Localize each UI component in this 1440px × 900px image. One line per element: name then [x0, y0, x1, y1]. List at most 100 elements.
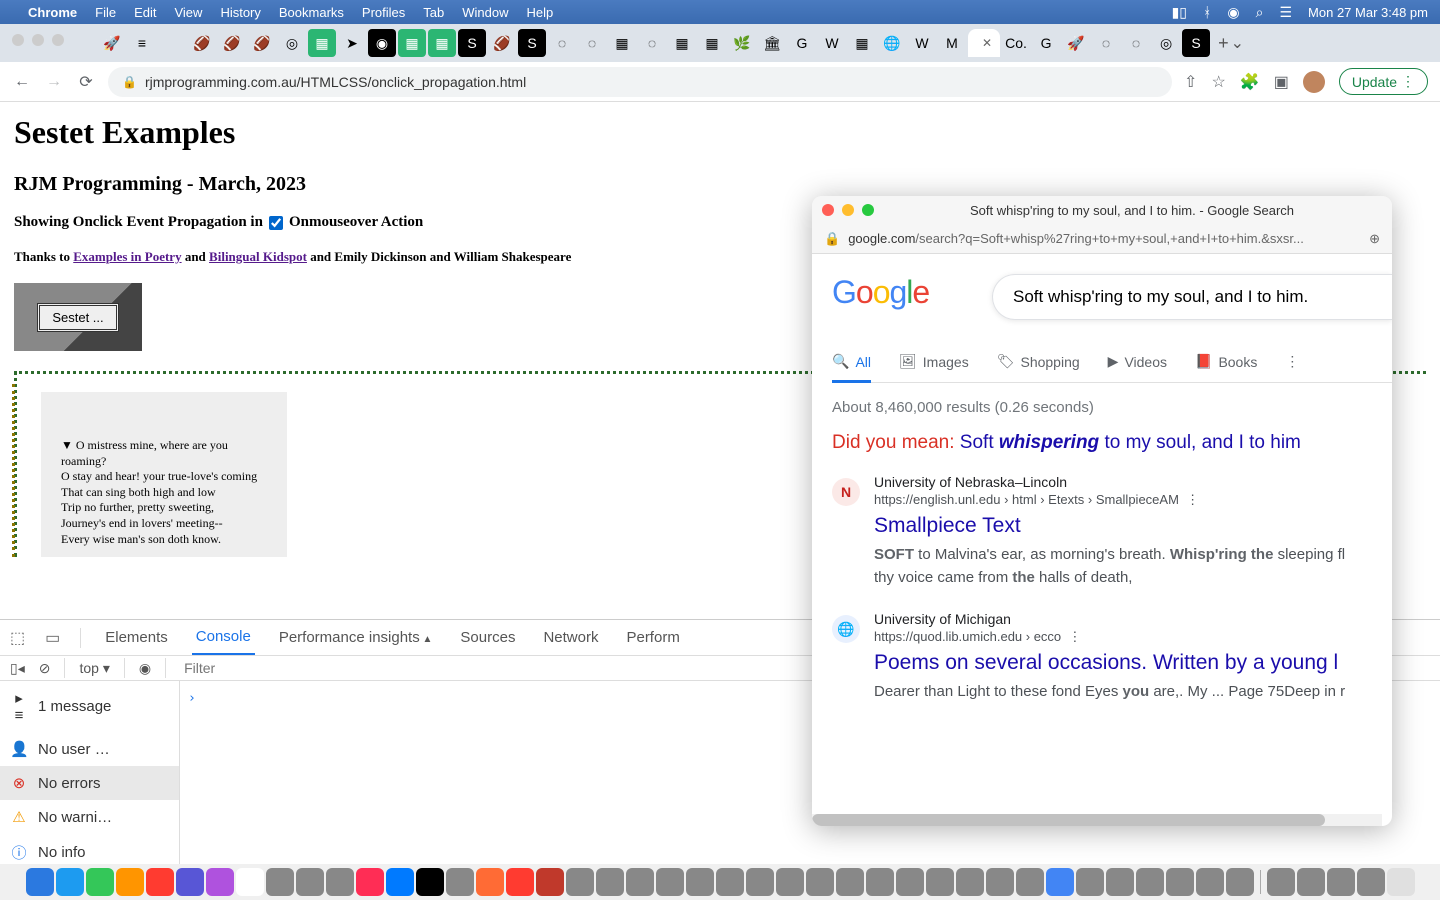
sidebar-toggle-icon[interactable]: ▯◂	[10, 660, 25, 677]
browser-tab[interactable]: 🏛	[758, 29, 786, 57]
dock-app[interactable]	[116, 868, 144, 896]
menu-window[interactable]: Window	[462, 5, 508, 20]
tab-console[interactable]: Console	[192, 620, 255, 655]
menu-view[interactable]: View	[174, 5, 202, 20]
browser-tab[interactable]: 🏈	[218, 29, 246, 57]
tab-more[interactable]: ⋮	[1285, 353, 1299, 370]
dock-app[interactable]	[146, 868, 174, 896]
browser-tab[interactable]: Co.	[1002, 29, 1030, 57]
popup-address-bar[interactable]: 🔒 google.com/search?q=Soft+whisp%27ring+…	[812, 224, 1392, 254]
dock-app[interactable]	[986, 868, 1014, 896]
browser-tab[interactable]: G	[1032, 29, 1060, 57]
dock-finder[interactable]	[26, 868, 54, 896]
horizontal-scrollbar[interactable]	[812, 814, 1382, 826]
sidebar-user[interactable]: 👤No user …	[0, 732, 179, 766]
browser-tab[interactable]: M	[938, 29, 966, 57]
dock-safari[interactable]	[56, 868, 84, 896]
dock-app[interactable]	[926, 868, 954, 896]
browser-tab[interactable]: 🏈	[188, 29, 216, 57]
browser-tab[interactable]: ▦	[398, 29, 426, 57]
close-tab-icon[interactable]: ✕	[982, 36, 992, 50]
dock-app[interactable]	[716, 868, 744, 896]
forward-button[interactable]: →	[44, 72, 64, 92]
back-button[interactable]: ←	[12, 72, 32, 92]
dock-app[interactable]	[866, 868, 894, 896]
dock-app[interactable]	[1226, 868, 1254, 896]
browser-tab[interactable]: ▦	[668, 29, 696, 57]
dock-app[interactable]	[776, 868, 804, 896]
window-close[interactable]	[12, 34, 24, 46]
browser-tab[interactable]: ▦	[428, 29, 456, 57]
menu-edit[interactable]: Edit	[134, 5, 156, 20]
dock-app[interactable]	[506, 868, 534, 896]
dock-app[interactable]	[266, 868, 294, 896]
dock-app[interactable]	[356, 868, 384, 896]
browser-tab[interactable]: ◌	[578, 29, 606, 57]
menubar-datetime[interactable]: Mon 27 Mar 3:48 pm	[1308, 5, 1428, 20]
google-logo[interactable]: Google	[832, 274, 929, 311]
dock-app[interactable]	[1106, 868, 1134, 896]
inspect-icon[interactable]: ⬚	[10, 628, 25, 648]
browser-tab[interactable]: S	[1182, 29, 1210, 57]
popup-minimize[interactable]	[842, 204, 854, 216]
popup-titlebar[interactable]: Soft whisp'ring to my soul, and I to him…	[812, 196, 1392, 224]
tab-sources[interactable]: Sources	[456, 621, 519, 654]
dock-app[interactable]	[1196, 868, 1224, 896]
menu-tab[interactable]: Tab	[423, 5, 444, 20]
sidebar-errors[interactable]: ⊗No errors	[0, 766, 179, 800]
wifi-icon[interactable]: ◉	[1227, 4, 1239, 21]
dock-app[interactable]	[686, 868, 714, 896]
url-input[interactable]: 🔒 rjmprogramming.com.au/HTMLCSS/onclick_…	[108, 67, 1172, 97]
browser-tab[interactable]: ◎	[278, 29, 306, 57]
tab-videos[interactable]: ▶ Videos	[1108, 353, 1167, 370]
tab-images[interactable]: 🖼 Images	[899, 353, 969, 370]
dock-app[interactable]	[1357, 868, 1385, 896]
browser-tab[interactable]: ◌	[548, 29, 576, 57]
browser-tab[interactable]: W	[818, 29, 846, 57]
onmouseover-checkbox[interactable]	[269, 216, 283, 230]
browser-tab-active[interactable]: ✕	[968, 29, 1000, 57]
dock-app[interactable]	[626, 868, 654, 896]
dock-app[interactable]	[1297, 868, 1325, 896]
dock-app[interactable]	[566, 868, 594, 896]
zoom-icon[interactable]: ⊕	[1369, 231, 1380, 247]
dock-app[interactable]	[836, 868, 864, 896]
dock-app[interactable]	[296, 868, 324, 896]
sidepanel-icon[interactable]: ▣	[1274, 72, 1289, 92]
extensions-icon[interactable]: 🧩	[1240, 72, 1260, 92]
browser-tab[interactable]: 🌐	[878, 29, 906, 57]
dock-app[interactable]	[326, 868, 354, 896]
dock-app[interactable]	[656, 868, 684, 896]
browser-tab[interactable]: ▦	[698, 29, 726, 57]
menu-help[interactable]: Help	[527, 5, 554, 20]
tab-performance[interactable]: Perform	[622, 621, 683, 654]
dock-app[interactable]	[596, 868, 624, 896]
browser-tab[interactable]: ▦	[308, 29, 336, 57]
browser-tab[interactable]: 🏈	[248, 29, 276, 57]
control-center-icon[interactable]: ☰	[1279, 4, 1292, 21]
dock-app[interactable]	[806, 868, 834, 896]
link-bilingual-kidspot[interactable]: Bilingual Kidspot	[209, 249, 307, 264]
context-selector[interactable]: top ▾	[79, 660, 109, 677]
browser-tab[interactable]: S	[458, 29, 486, 57]
browser-tab[interactable]: 🚀	[1062, 29, 1090, 57]
dock-app[interactable]	[1136, 868, 1164, 896]
browser-tab[interactable]: ◌	[638, 29, 666, 57]
browser-tab[interactable]: 🌿	[728, 29, 756, 57]
reload-button[interactable]: ⟳	[76, 72, 96, 92]
browser-tab[interactable]: ▦	[608, 29, 636, 57]
browser-tab[interactable]: ◎	[1152, 29, 1180, 57]
sidebar-messages[interactable]: ▸ ≡1 message	[0, 681, 179, 732]
dock-firefox[interactable]	[476, 868, 504, 896]
dock-app[interactable]	[1327, 868, 1355, 896]
spotlight-icon[interactable]: ⌕	[1256, 4, 1264, 21]
browser-tab[interactable]: 🏈	[488, 29, 516, 57]
dock-messages[interactable]	[86, 868, 114, 896]
tab-all[interactable]: 🔍 All	[832, 353, 871, 383]
browser-tab[interactable]: ➤	[338, 29, 366, 57]
tab-overflow-icon[interactable]: ⌄	[1231, 33, 1244, 53]
link-examples-poetry[interactable]: Examples in Poetry	[73, 249, 181, 264]
dock-filezilla[interactable]	[536, 868, 564, 896]
dock-app[interactable]	[1016, 868, 1044, 896]
dock-chrome[interactable]	[1046, 868, 1074, 896]
